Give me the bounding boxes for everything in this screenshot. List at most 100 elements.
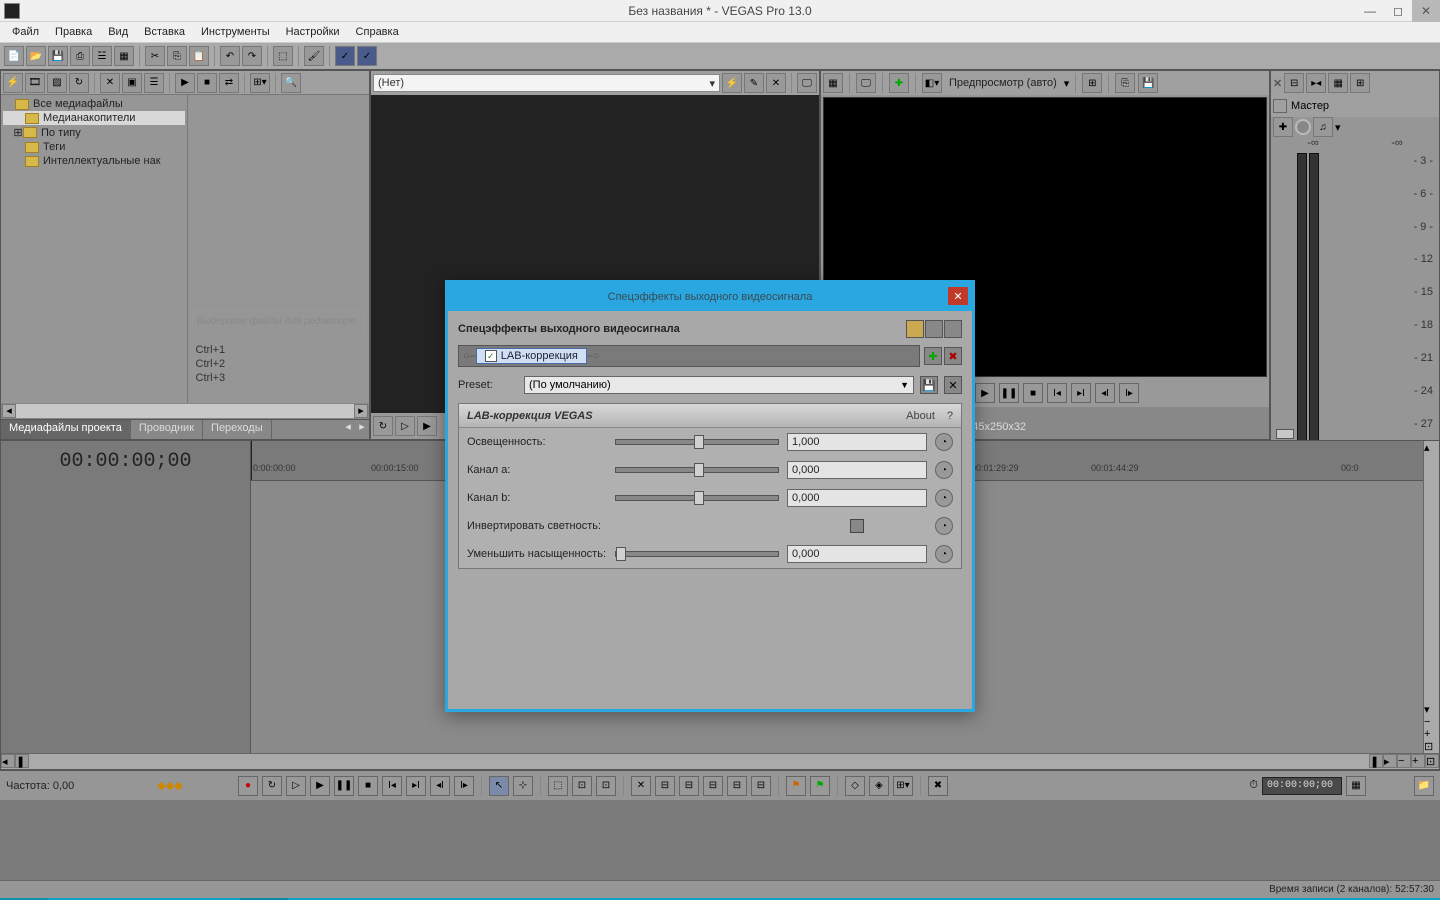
next-frame-button[interactable]: I▸ [454, 776, 474, 796]
master-tb2-icon[interactable]: ▸◂ [1306, 73, 1326, 93]
timeline-hscroll[interactable]: ◂ ❚ ❚ ▸ − + ⊡ [1, 753, 1439, 769]
vzoom-in-icon[interactable]: + [1424, 728, 1439, 740]
tc-btn1[interactable]: ▦ [1346, 776, 1366, 796]
hscroll-right-icon[interactable]: ▸ [1383, 754, 1397, 768]
tab-transitions[interactable]: Переходы [203, 420, 272, 439]
scroll-left-icon[interactable]: ◂ [2, 404, 16, 418]
channel-a-slider[interactable] [615, 467, 779, 473]
maximize-button[interactable]: ◻ [1384, 0, 1412, 22]
preview-quality-dd-icon[interactable]: ▾ [1064, 77, 1070, 90]
channel-a-value[interactable]: 0,000 [787, 461, 927, 479]
menu-help[interactable]: Справка [348, 24, 407, 40]
preview-save-icon[interactable]: 💾 [1138, 73, 1158, 93]
pv-play-icon[interactable]: ▶ [975, 383, 995, 403]
invert-animate-icon[interactable]: ◔ [935, 517, 953, 535]
vscroll-up-icon[interactable]: ▴ [1424, 441, 1439, 454]
pv-home-icon[interactable]: I◂ [1047, 383, 1067, 403]
menu-view[interactable]: Вид [100, 24, 136, 40]
preview-extmon-icon[interactable]: 🖵 [856, 73, 876, 93]
luminance-slider[interactable] [615, 439, 779, 445]
hscroll-handle[interactable]: ❚ [15, 754, 29, 768]
master-tb3-icon[interactable]: ▦ [1328, 73, 1348, 93]
menu-options[interactable]: Настройки [278, 24, 348, 40]
preview-fx-icon[interactable]: ✚ [889, 73, 909, 93]
undo-icon[interactable]: ↶ [220, 46, 240, 66]
fx-node-checkbox[interactable]: ✓ [485, 350, 497, 362]
timeline-vscroll[interactable]: ▴ ▾ − + ⊡ [1423, 441, 1439, 753]
tree-item-smart[interactable]: Интеллектуальные нак [3, 154, 185, 168]
copy-icon[interactable]: ⎘ [167, 46, 187, 66]
fx-chain-track[interactable]: ○– ✓ LAB-коррекция –○ [458, 345, 920, 367]
snap-toggle[interactable]: ◇ [845, 776, 865, 796]
pause-button[interactable]: ❚❚ [334, 776, 354, 796]
project-props-icon[interactable]: ▦ [114, 46, 134, 66]
media-tree[interactable]: Все медиафайлы Медианакопители ⊞По типу … [1, 95, 188, 403]
fx-delete-icon[interactable]: ✕ [766, 73, 786, 93]
trimmer-play-icon[interactable]: ▷ [395, 416, 415, 436]
lightning-icon[interactable]: ⚡ [3, 73, 23, 93]
envelope-tool[interactable]: ⊹ [513, 776, 533, 796]
check2-icon[interactable]: ✓ [357, 46, 377, 66]
preset-save-button[interactable]: 💾 [920, 376, 938, 394]
autosnap-icon[interactable]: ⊞▾ [893, 776, 913, 796]
loop-icon[interactable]: ↻ [373, 416, 393, 436]
dialog-titlebar[interactable]: Спецэффекты выходного видеосигнала ✕ [448, 283, 972, 311]
preset-select[interactable]: (По умолчанию) ▼ [524, 376, 914, 394]
tree-item-bytype[interactable]: ⊞По типу [3, 125, 185, 140]
film-icon[interactable]: 🎞 [25, 73, 45, 93]
new-project-icon[interactable]: 📄 [4, 46, 24, 66]
preview-copy-icon[interactable]: ⎘ [1115, 73, 1135, 93]
ripple2-icon[interactable]: ⊟ [679, 776, 699, 796]
properties-icon[interactable]: ☱ [92, 46, 112, 66]
track-headers[interactable] [1, 481, 251, 753]
channel-b-slider[interactable] [615, 495, 779, 501]
timecode-display[interactable]: 00:00:00;00 [1262, 777, 1342, 795]
fx-remove-button[interactable]: ✖ [944, 347, 962, 365]
play-from-start-button[interactable]: ▷ [286, 776, 306, 796]
tab-explorer[interactable]: Проводник [131, 420, 203, 439]
master-mute-icon[interactable]: ♫ [1313, 117, 1333, 137]
media-gen-icon[interactable]: ▨ [47, 73, 67, 93]
pv-prevframe-icon[interactable]: ◂I [1095, 383, 1115, 403]
master-tb4-icon[interactable]: ⊞ [1350, 73, 1370, 93]
redo-icon[interactable]: ↷ [242, 46, 262, 66]
tab-next-icon[interactable]: ▸ [355, 420, 369, 439]
master-tb1-icon[interactable]: ⊟ [1284, 73, 1304, 93]
rate-scrubber[interactable]: ◆◆◆ [150, 779, 190, 793]
crossfade-icon[interactable]: ⇄ [219, 73, 239, 93]
fx-btn1-icon[interactable]: ⚡ [722, 73, 742, 93]
zoom-fit-icon[interactable]: ⊡ [1425, 754, 1439, 768]
channel-a-animate-icon[interactable]: ◔ [935, 461, 953, 479]
brush-icon[interactable]: 🖌 [304, 46, 324, 66]
tab-prev-icon[interactable]: ◂ [341, 420, 355, 439]
menu-edit[interactable]: Правка [47, 24, 100, 40]
vscroll-down-icon[interactable]: ▾ [1424, 703, 1439, 716]
split-tool[interactable]: ✕ [631, 776, 651, 796]
ripple3-icon[interactable]: ⊟ [703, 776, 723, 796]
pv-nextframe-icon[interactable]: I▸ [1119, 383, 1139, 403]
master-knob-icon[interactable] [1295, 119, 1311, 135]
pv-end-icon[interactable]: ▸I [1071, 383, 1091, 403]
normal-edit-tool[interactable]: ↖ [489, 776, 509, 796]
stop-button[interactable]: ■ [358, 776, 378, 796]
hscroll-left-icon[interactable]: ◂ [1, 754, 15, 768]
fx-view-list-icon[interactable] [906, 320, 924, 338]
invert-checkbox[interactable] [850, 519, 864, 533]
folder-button[interactable]: 📁 [1414, 776, 1434, 796]
timeline-position[interactable]: 00:00:00;00 [1, 441, 251, 481]
check1-icon[interactable]: ✓ [335, 46, 355, 66]
master-fx-icon[interactable]: ✚ [1273, 117, 1293, 137]
render-icon[interactable]: ⎙ [70, 46, 90, 66]
remove-icon[interactable]: ✕ [100, 73, 120, 93]
tab-project-media[interactable]: Медиафайлы проекта [1, 420, 131, 439]
props-icon[interactable]: ☰ [144, 73, 164, 93]
channel-b-value[interactable]: 0,000 [787, 489, 927, 507]
tc-clock-icon[interactable]: ⏱ [1249, 779, 1258, 792]
tree-item-drives[interactable]: Медианакопители [3, 111, 185, 125]
marker-icon[interactable]: ⚑ [786, 776, 806, 796]
fx-select[interactable]: (Нет)▾ [373, 74, 720, 92]
cut-icon[interactable]: ✂ [145, 46, 165, 66]
zoom-in-icon[interactable]: + [1411, 754, 1425, 768]
preset-delete-button[interactable]: ✕ [944, 376, 962, 394]
fx-view-tree-icon[interactable] [925, 320, 943, 338]
